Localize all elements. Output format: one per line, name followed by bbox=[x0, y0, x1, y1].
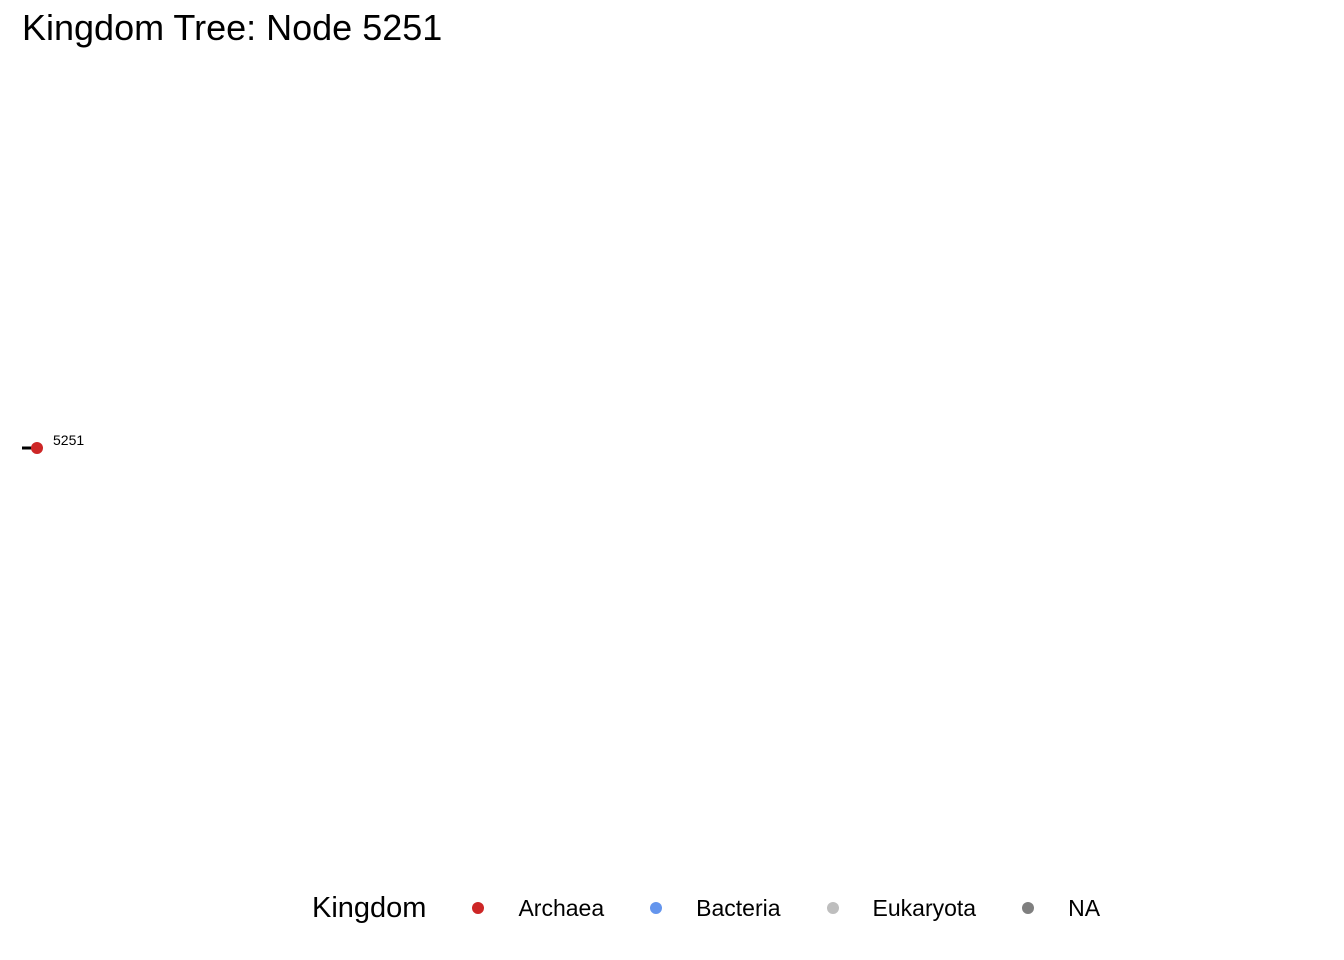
legend: Kingdom Archaea Bacteria Eukaryota NA bbox=[312, 887, 1130, 929]
legend-label-archaea: Archaea bbox=[518, 894, 605, 921]
legend-item-archaea: Archaea bbox=[456, 895, 604, 922]
legend-label-eukaryota: Eukaryota bbox=[872, 894, 977, 921]
legend-item-bacteria: Bacteria bbox=[634, 894, 781, 922]
tip-node-5251 bbox=[31, 442, 43, 454]
legend-item-eukaryota: Eukaryota bbox=[811, 894, 977, 922]
legend-title: Kingdom bbox=[312, 891, 427, 924]
legend-label-bacteria: Bacteria bbox=[696, 894, 781, 921]
tree-canvas: 5251 bbox=[22, 432, 84, 454]
legend-key-bacteria bbox=[650, 902, 663, 914]
legend-key-archaea bbox=[472, 902, 485, 914]
legend-key-eukaryota bbox=[826, 902, 839, 914]
legend-key-na bbox=[1022, 902, 1035, 914]
tip-label-5251: 5251 bbox=[53, 432, 84, 448]
legend-label-na: NA bbox=[1068, 894, 1101, 921]
legend-item-na: NA bbox=[1006, 895, 1100, 922]
